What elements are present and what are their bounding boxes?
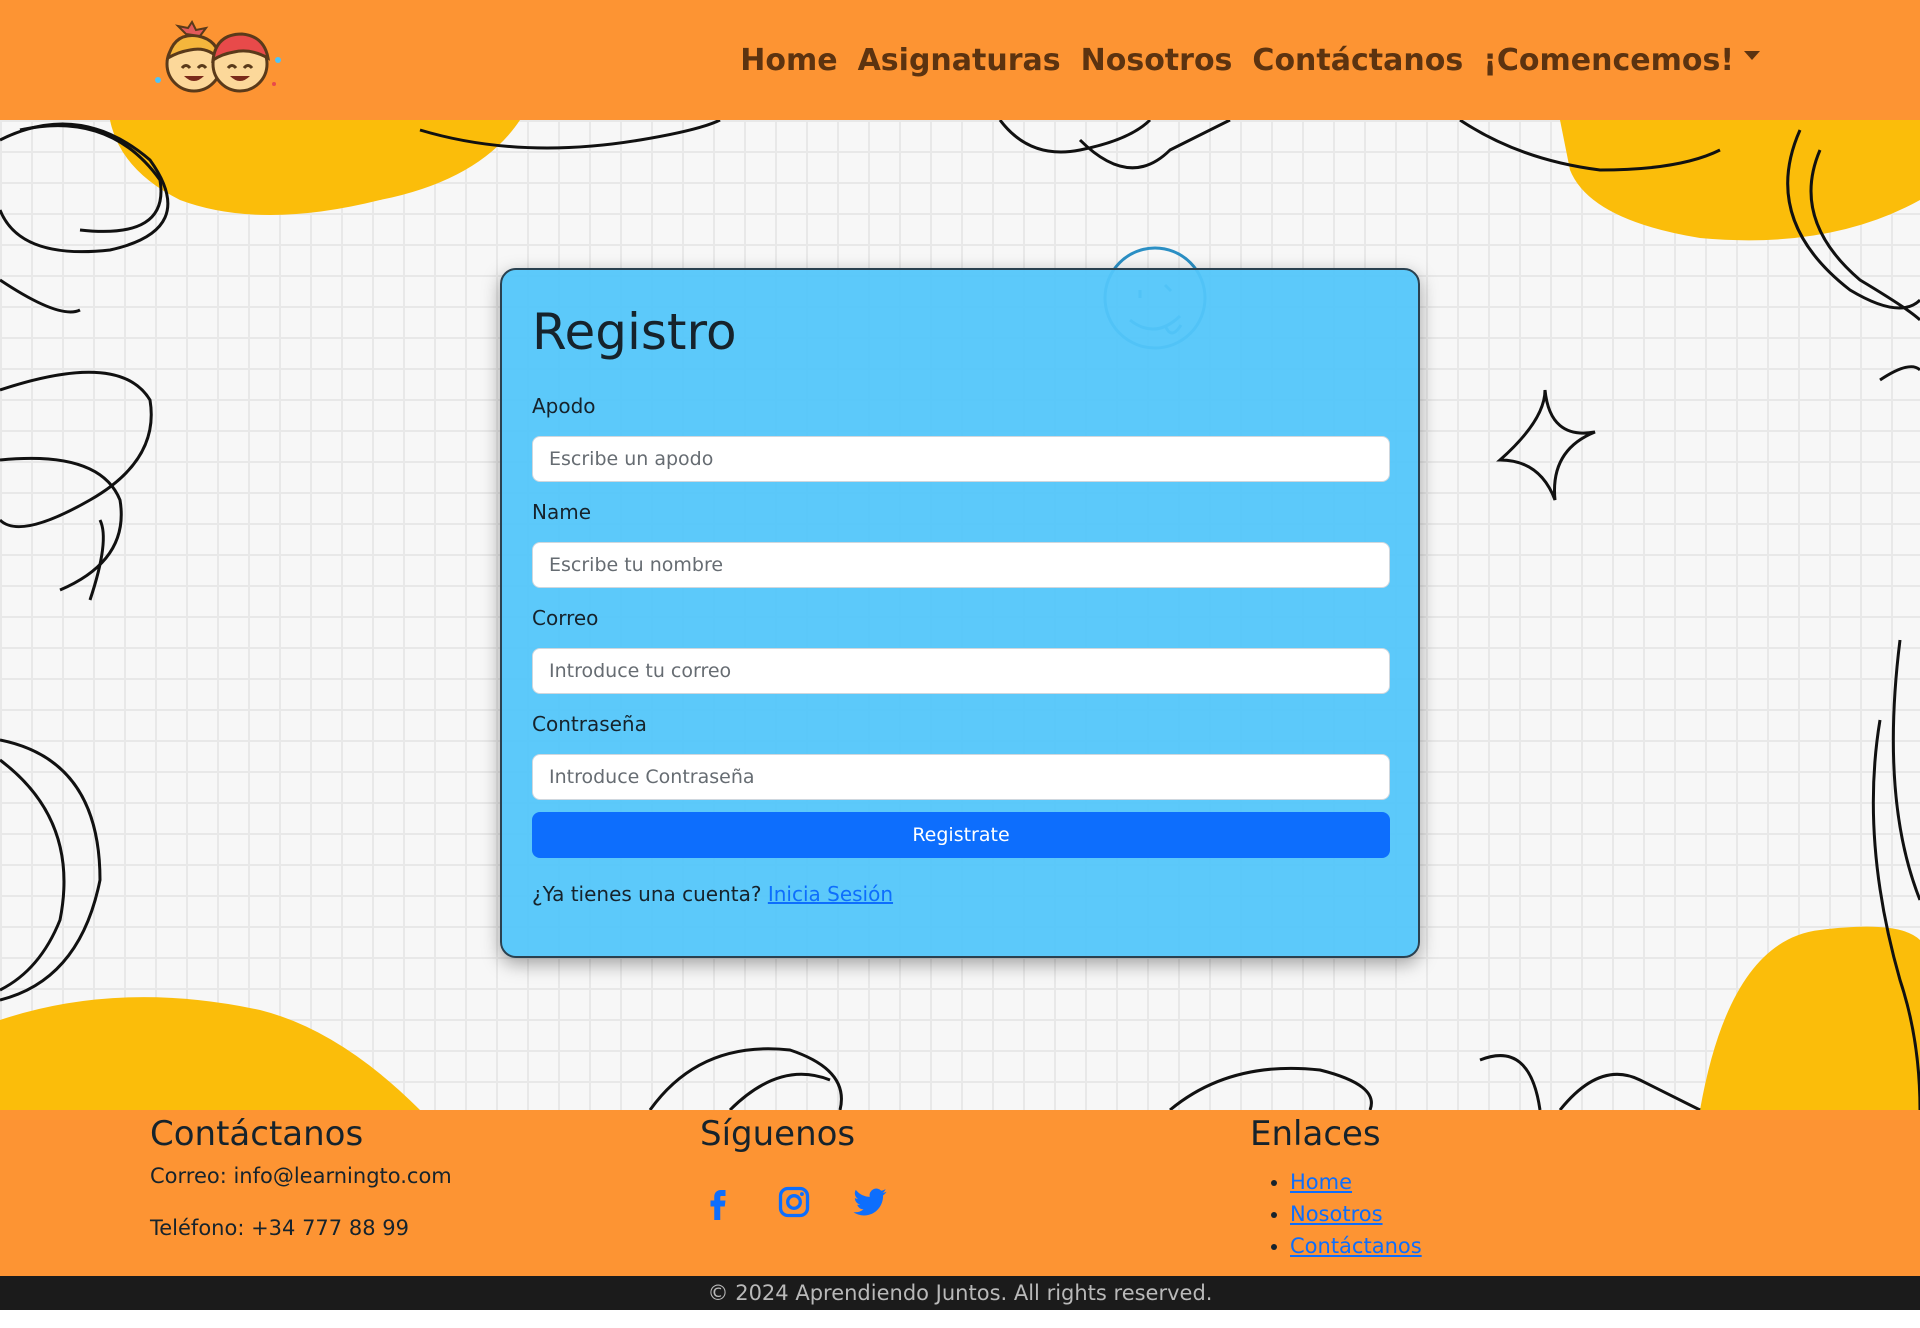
page-bottom: [0, 1310, 1920, 1328]
navbar: Home Asignaturas Nosotros Contáctanos ¡C…: [0, 0, 1920, 120]
caret-down-icon: [1744, 50, 1760, 60]
nav-comencemos-label: ¡Comencemos!: [1483, 42, 1734, 78]
login-link[interactable]: Inicia Sesión: [768, 882, 893, 906]
footer-phone: Teléfono: +34 777 88 99: [150, 1216, 409, 1240]
footer-links-section: Enlaces Home Nosotros Contáctanos: [1250, 1110, 1422, 1258]
apodo-input[interactable]: [532, 436, 1390, 482]
name-label: Name: [532, 500, 592, 524]
apodo-label: Apodo: [532, 394, 596, 418]
nav-asignaturas-link[interactable]: Asignaturas: [858, 43, 1061, 78]
footer-link-contactanos[interactable]: Contáctanos: [1290, 1234, 1422, 1258]
social-links: [700, 1184, 888, 1220]
main-nav: Home Asignaturas Nosotros Contáctanos ¡C…: [740, 0, 1760, 120]
copyright-bar: © 2024 Aprendiendo Juntos. All rights re…: [0, 1276, 1920, 1310]
password-label: Contraseña: [532, 712, 647, 736]
list-item: Home: [1290, 1166, 1422, 1198]
footer-follow-heading: Síguenos: [700, 1114, 856, 1154]
footer-links-list: Home Nosotros Contáctanos: [1250, 1166, 1422, 1262]
nav-comencemos-dropdown[interactable]: ¡Comencemos!: [1483, 43, 1760, 78]
footer-link-nosotros[interactable]: Nosotros: [1290, 1202, 1383, 1226]
login-prompt-line: ¿Ya tienes una cuenta? Inicia Sesión: [532, 882, 893, 906]
instagram-icon[interactable]: [776, 1184, 812, 1220]
name-input[interactable]: [532, 542, 1390, 588]
footer-links-heading: Enlaces: [1250, 1114, 1381, 1154]
nav-nosotros-link[interactable]: Nosotros: [1081, 43, 1233, 78]
footer-email: Correo: info@learningto.com: [150, 1164, 452, 1188]
login-prompt-text: ¿Ya tienes una cuenta?: [532, 882, 762, 906]
twitter-icon[interactable]: [852, 1184, 888, 1220]
register-button[interactable]: Registrate: [532, 812, 1390, 858]
nav-contactanos-link[interactable]: Contáctanos: [1252, 43, 1463, 78]
footer-link-home[interactable]: Home: [1290, 1170, 1352, 1194]
correo-label: Correo: [532, 606, 599, 630]
list-item: Nosotros: [1290, 1198, 1422, 1230]
footer-follow-section: Síguenos: [700, 1110, 887, 1220]
facebook-icon[interactable]: [700, 1184, 736, 1220]
kids-faces-logo[interactable]: [150, 20, 286, 100]
footer: Contáctanos Correo: info@learningto.com …: [0, 1110, 1920, 1276]
password-input[interactable]: [532, 754, 1390, 800]
footer-contact-section: Contáctanos Correo: info@learningto.com …: [150, 1110, 452, 1240]
registration-card: Registro Apodo Name Correo Contraseña Re…: [500, 268, 1420, 958]
nav-home-link[interactable]: Home: [740, 43, 837, 78]
registration-title: Registro: [532, 303, 737, 361]
correo-input[interactable]: [532, 648, 1390, 694]
footer-contact-heading: Contáctanos: [150, 1114, 364, 1154]
list-item: Contáctanos: [1290, 1230, 1422, 1262]
